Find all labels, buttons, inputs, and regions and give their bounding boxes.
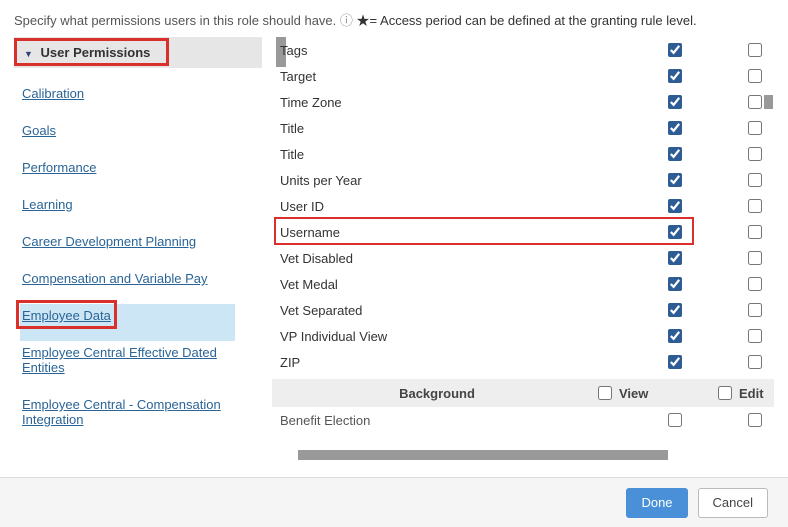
sidebar-item-employee-data[interactable]: Employee Data [20,304,113,327]
horizontal-scrollbar-thumb[interactable] [298,450,668,460]
permission-checkbox-col1[interactable] [668,413,682,427]
permission-label: Target [280,69,614,84]
permission-checkbox-col2[interactable] [748,251,762,265]
background-edit-checkbox[interactable] [718,386,732,400]
permission-checkbox-col2[interactable] [748,329,762,343]
sidebar-item-performance[interactable]: Performance [20,156,98,179]
permission-checkbox-col1[interactable] [668,43,682,57]
dialog-footer: Done Cancel [0,477,788,527]
sidebar: ▼ User Permissions Calibration Goals Per… [14,37,272,467]
permission-label: Vet Separated [280,303,614,318]
permission-checkbox-col1[interactable] [668,147,682,161]
permission-label: Units per Year [280,173,614,188]
sidebar-item-goals[interactable]: Goals [20,119,58,142]
background-view-label: View [619,386,648,401]
permission-checkbox-col1[interactable] [668,121,682,135]
permission-checkbox-col2[interactable] [748,147,762,161]
sidebar-item-ec-effective-dated[interactable]: Employee Central Effective Dated Entitie… [20,341,228,379]
permission-checkbox-col2[interactable] [748,199,762,213]
permission-checkbox-col2[interactable] [748,303,762,317]
star-note: ★= Access period can be defined at the g… [357,13,697,28]
permission-checkbox-col2[interactable] [748,121,762,135]
permission-checkbox-col1[interactable] [668,225,682,239]
stub-indicator [764,95,773,109]
permissions-panel: Tags Target Time Zone Title Title Units per Y… [272,37,774,467]
sidebar-category-header[interactable]: ▼ User Permissions [14,37,262,68]
sidebar-item-calibration[interactable]: Calibration [20,82,86,105]
permission-checkbox-col2[interactable] [748,69,762,83]
permissions-table: Tags Target Time Zone Title Title Units per Y… [272,37,774,433]
permission-label: Title [280,121,614,136]
permission-checkbox-col1[interactable] [668,277,682,291]
intro-text: Specify what permissions users in this r… [14,13,336,28]
permission-checkbox-col1[interactable] [668,251,682,265]
permission-row: Vet Disabled [272,245,774,271]
sidebar-item-career-dev[interactable]: Career Development Planning [20,230,198,253]
sidebar-item-learning[interactable]: Learning [20,193,75,216]
permission-row: Title [272,141,774,167]
permission-checkbox-col2[interactable] [748,173,762,187]
sidebar-nav-list: Calibration Goals Performance Learning C… [14,68,272,445]
sidebar-category-label: User Permissions [41,45,151,60]
permission-checkbox-col2[interactable] [748,43,762,57]
cancel-button[interactable]: Cancel [698,488,768,518]
permission-row: Title [272,115,774,141]
permission-row: Time Zone [272,89,774,115]
permission-row: Username [272,219,774,245]
permission-label: ZIP [280,355,614,370]
permission-checkbox-col2[interactable] [748,225,762,239]
permission-label: Time Zone [280,95,614,110]
permission-checkbox-col1[interactable] [668,69,682,83]
background-view-checkbox[interactable] [598,386,612,400]
permission-checkbox-col1[interactable] [668,173,682,187]
permission-checkbox-col2[interactable] [748,413,762,427]
done-button[interactable]: Done [626,488,687,518]
background-section-header: Background View Edit [272,379,774,407]
permission-checkbox-col1[interactable] [668,355,682,369]
permission-label: Username [280,225,614,240]
sidebar-item-comp-var-pay[interactable]: Compensation and Variable Pay [20,267,210,290]
permission-label: Vet Disabled [280,251,614,266]
permission-label: User ID [280,199,614,214]
permission-label: Title [280,147,614,162]
page-description: Specify what permissions users in this r… [0,0,788,37]
background-edit-label: Edit [739,386,764,401]
permission-checkbox-col1[interactable] [668,95,682,109]
permission-row: Vet Separated [272,297,774,323]
permission-label: VP Individual View [280,329,614,344]
permission-checkbox-col2[interactable] [748,95,762,109]
permission-row: Benefit Election [272,407,774,433]
permission-checkbox-col1[interactable] [668,329,682,343]
permission-row: Target [272,63,774,89]
permission-checkbox-col1[interactable] [668,303,682,317]
permission-row: Vet Medal [272,271,774,297]
permission-checkbox-col1[interactable] [668,199,682,213]
permission-checkbox-col2[interactable] [748,355,762,369]
permission-label: Vet Medal [280,277,614,292]
sidebar-item-ec-comp-integration[interactable]: Employee Central - Compensation Integrat… [20,393,245,431]
permission-row: VP Individual View [272,323,774,349]
permission-label: Tags [280,43,614,58]
permission-row: Units per Year [272,167,774,193]
permission-row: ZIP [272,349,774,375]
permission-label: Benefit Election [280,413,614,428]
permission-checkbox-col2[interactable] [748,277,762,291]
help-icon: ⓘ [340,13,353,28]
background-title: Background [280,386,594,401]
permission-row: Tags [272,37,774,63]
chevron-down-icon: ▼ [24,49,33,59]
permission-row: User ID [272,193,774,219]
